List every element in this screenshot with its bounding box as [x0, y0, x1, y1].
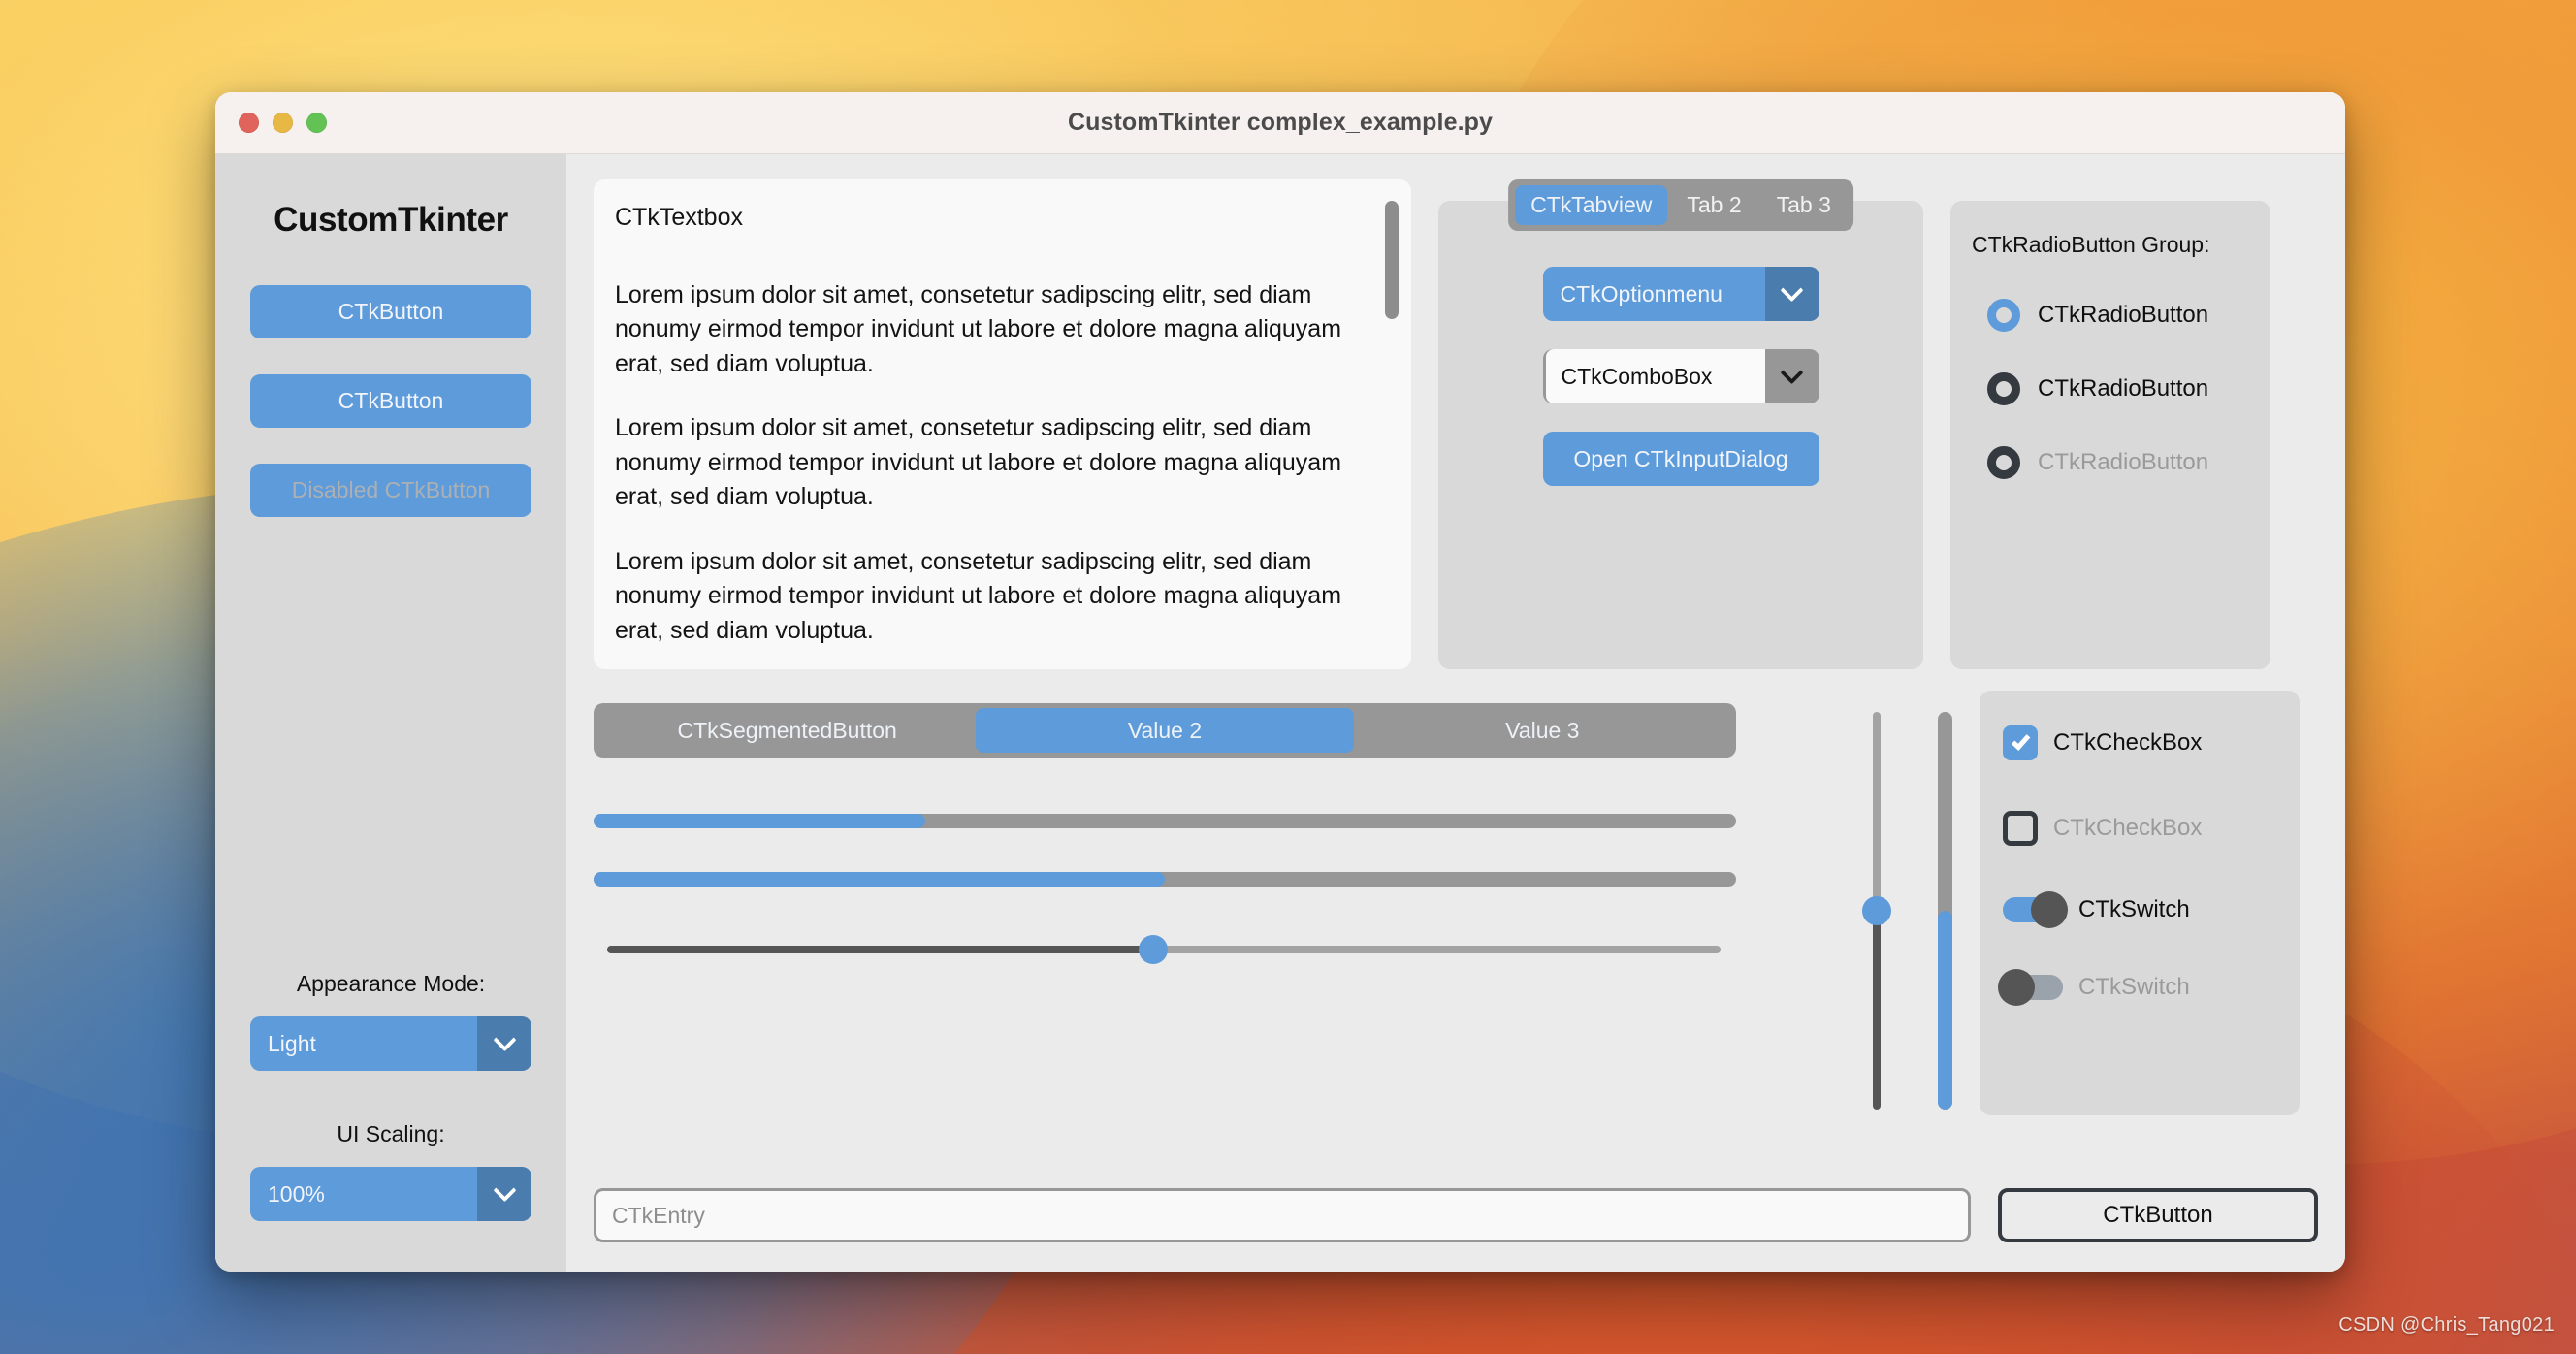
sidebar-logo: CustomTkinter — [274, 201, 508, 239]
appearance-mode-optionmenu[interactable]: Light — [250, 1016, 531, 1071]
radio-label: CTkRadioButton — [2038, 375, 2209, 402]
textbox-scrollbar[interactable] — [1385, 201, 1399, 649]
switch-row-2-disabled: CTkSwitch — [1998, 969, 2300, 1006]
top-row: CTkTextbox Lorem ipsum dolor sit amet, c… — [594, 179, 2318, 669]
sidebar-bottom-pad — [250, 1221, 531, 1272]
segment-value-3[interactable]: Value 3 — [1354, 708, 1731, 753]
ctk-optionmenu[interactable]: CTkOptionmenu — [1542, 267, 1819, 321]
ctk-entry-input[interactable] — [594, 1188, 1971, 1242]
tab-strip: CTkTabview Tab 2 Tab 3 — [1508, 179, 1853, 231]
vertical-sliders-area — [1792, 691, 1952, 1177]
ui-scaling-label: UI Scaling: — [337, 1121, 445, 1146]
progressbar-2 — [594, 872, 1736, 887]
progressbar-1-fill — [594, 814, 925, 828]
appearance-mode-label: Appearance Mode: — [296, 971, 486, 996]
switch-label: CTkSwitch — [2078, 896, 2190, 922]
switch-knob — [1998, 969, 2035, 1006]
sidebar-button-disabled: Disabled CTkButton — [250, 464, 531, 517]
switch-icon-on[interactable] — [2003, 891, 2068, 928]
progressbar-2-wrap — [594, 872, 1792, 887]
checkbox-row-2-disabled: CTkCheckBox — [2003, 811, 2300, 846]
vertical-progressbar-fill — [1938, 911, 1952, 1110]
slider-knob[interactable] — [1138, 935, 1168, 964]
slider-track-empty — [1152, 946, 1721, 953]
bottom-row: CTkButton — [594, 1188, 2318, 1272]
optionmenu-value: CTkOptionmenu — [1560, 280, 1723, 306]
ctk-textbox[interactable]: CTkTextbox Lorem ipsum dolor sit amet, c… — [594, 179, 1411, 669]
radio-label: CTkRadioButton — [2038, 302, 2209, 328]
sidebar-button-1[interactable]: CTkButton — [250, 285, 531, 338]
vertical-slider-track-empty — [1873, 712, 1881, 911]
progressbar-1 — [594, 814, 1736, 828]
segment-ctksegmentedbutton[interactable]: CTkSegmentedButton — [598, 708, 976, 753]
vertical-slider-knob[interactable] — [1862, 896, 1891, 925]
checkbox-icon-checked[interactable] — [2003, 725, 2038, 760]
switch-knob — [2031, 891, 2068, 928]
radio-icon-unselected — [1987, 446, 2020, 479]
main-content: CTkTextbox Lorem ipsum dolor sit amet, c… — [566, 154, 2345, 1272]
desktop-wallpaper: CustomTkinter complex_example.py CustomT… — [0, 0, 2576, 1354]
textbox-paragraph: Lorem ipsum dolor sit amet, consetetur s… — [615, 280, 1342, 377]
tabview-content: CTkOptionmenu CTkComboBox Open CTkInputD… — [1438, 201, 1923, 486]
switch-icon-off — [1998, 969, 2063, 1006]
horizontal-slider[interactable] — [607, 935, 1721, 964]
ctk-combobox[interactable]: CTkComboBox — [1542, 349, 1819, 403]
progressbar-2-fill — [594, 872, 1165, 887]
ctk-segmented-button: CTkSegmentedButton Value 2 Value 3 — [594, 703, 1736, 758]
radio-group-title: CTkRadioButton Group: — [1972, 232, 2210, 257]
switch-label: CTkSwitch — [2078, 974, 2190, 1000]
slider-track-filled — [607, 946, 1153, 953]
chevron-down-icon — [1764, 267, 1819, 321]
chevron-down-icon[interactable] — [1765, 349, 1819, 403]
combobox-value[interactable]: CTkComboBox — [1545, 349, 1765, 403]
checkbox-switch-panel: CTkCheckBox CTkCheckBox CTkSwitch CTkSwi… — [1980, 691, 2300, 1115]
app-window: CustomTkinter complex_example.py CustomT… — [215, 92, 2345, 1272]
radio-row-2[interactable]: CTkRadioButton — [1972, 372, 2270, 405]
segment-value-2[interactable]: Value 2 — [976, 708, 1354, 753]
textbox-title: CTkTextbox — [615, 204, 743, 231]
radio-label: CTkRadioButton — [2038, 449, 2209, 475]
textbox-paragraph: Lorem ipsum dolor sit amet, consetetur s… — [615, 414, 1342, 510]
radio-icon-selected[interactable] — [1987, 299, 2020, 332]
watermark: CSDN @Chris_Tang021 — [2338, 1314, 2555, 1336]
sliders-progress-area: CTkSegmentedButton Value 2 Value 3 — [594, 691, 1792, 1177]
ui-scaling-optionmenu[interactable]: 100% — [250, 1167, 531, 1221]
radio-button-group: CTkRadioButton Group: CTkRadioButton CTk… — [1950, 201, 2270, 669]
progressbar-1-wrap — [594, 814, 1792, 828]
chevron-down-icon — [477, 1016, 531, 1071]
appearance-mode-value: Light — [268, 1030, 316, 1056]
checkbox-label: CTkCheckBox — [2053, 729, 2203, 756]
tab-2[interactable]: Tab 2 — [1671, 185, 1756, 225]
tab-3[interactable]: Tab 3 — [1761, 185, 1847, 225]
textbox-paragraph: Lorem ipsum dolor sit amet, consetetur s… — [615, 547, 1342, 644]
ctk-button-main[interactable]: CTkButton — [1998, 1188, 2318, 1242]
checkbox-row-1[interactable]: CTkCheckBox — [2003, 725, 2300, 760]
vertical-slider-track-filled — [1873, 911, 1881, 1110]
vertical-slider[interactable] — [1862, 712, 1891, 1110]
ui-scaling-value: 100% — [268, 1180, 325, 1207]
window-title: CustomTkinter complex_example.py — [1067, 109, 1494, 136]
switch-row-1[interactable]: CTkSwitch — [2003, 891, 2300, 928]
scrollbar-thumb[interactable] — [1385, 201, 1399, 319]
title-bar: CustomTkinter complex_example.py — [215, 92, 2345, 154]
tab-ctktabview[interactable]: CTkTabview — [1515, 185, 1668, 225]
ctk-tabview: CTkTabview Tab 2 Tab 3 CTkOptionmenu CTk… — [1438, 179, 1923, 669]
middle-row: CTkSegmentedButton Value 2 Value 3 CTkCh… — [594, 691, 2318, 1177]
radio-row-3-disabled: CTkRadioButton — [1972, 446, 2270, 479]
sidebar-button-2[interactable]: CTkButton — [250, 374, 531, 428]
radio-row-1[interactable]: CTkRadioButton — [1972, 299, 2270, 332]
checkbox-icon-unchecked — [2003, 811, 2038, 846]
open-input-dialog-button[interactable]: Open CTkInputDialog — [1542, 432, 1819, 486]
radio-icon-unselected[interactable] — [1987, 372, 2020, 405]
chevron-down-icon — [477, 1167, 531, 1221]
window-body: CustomTkinter CTkButton CTkButton Disabl… — [215, 154, 2345, 1272]
vertical-progressbar — [1938, 712, 1952, 1110]
checkbox-label: CTkCheckBox — [2053, 815, 2203, 841]
sidebar: CustomTkinter CTkButton CTkButton Disabl… — [215, 154, 566, 1272]
